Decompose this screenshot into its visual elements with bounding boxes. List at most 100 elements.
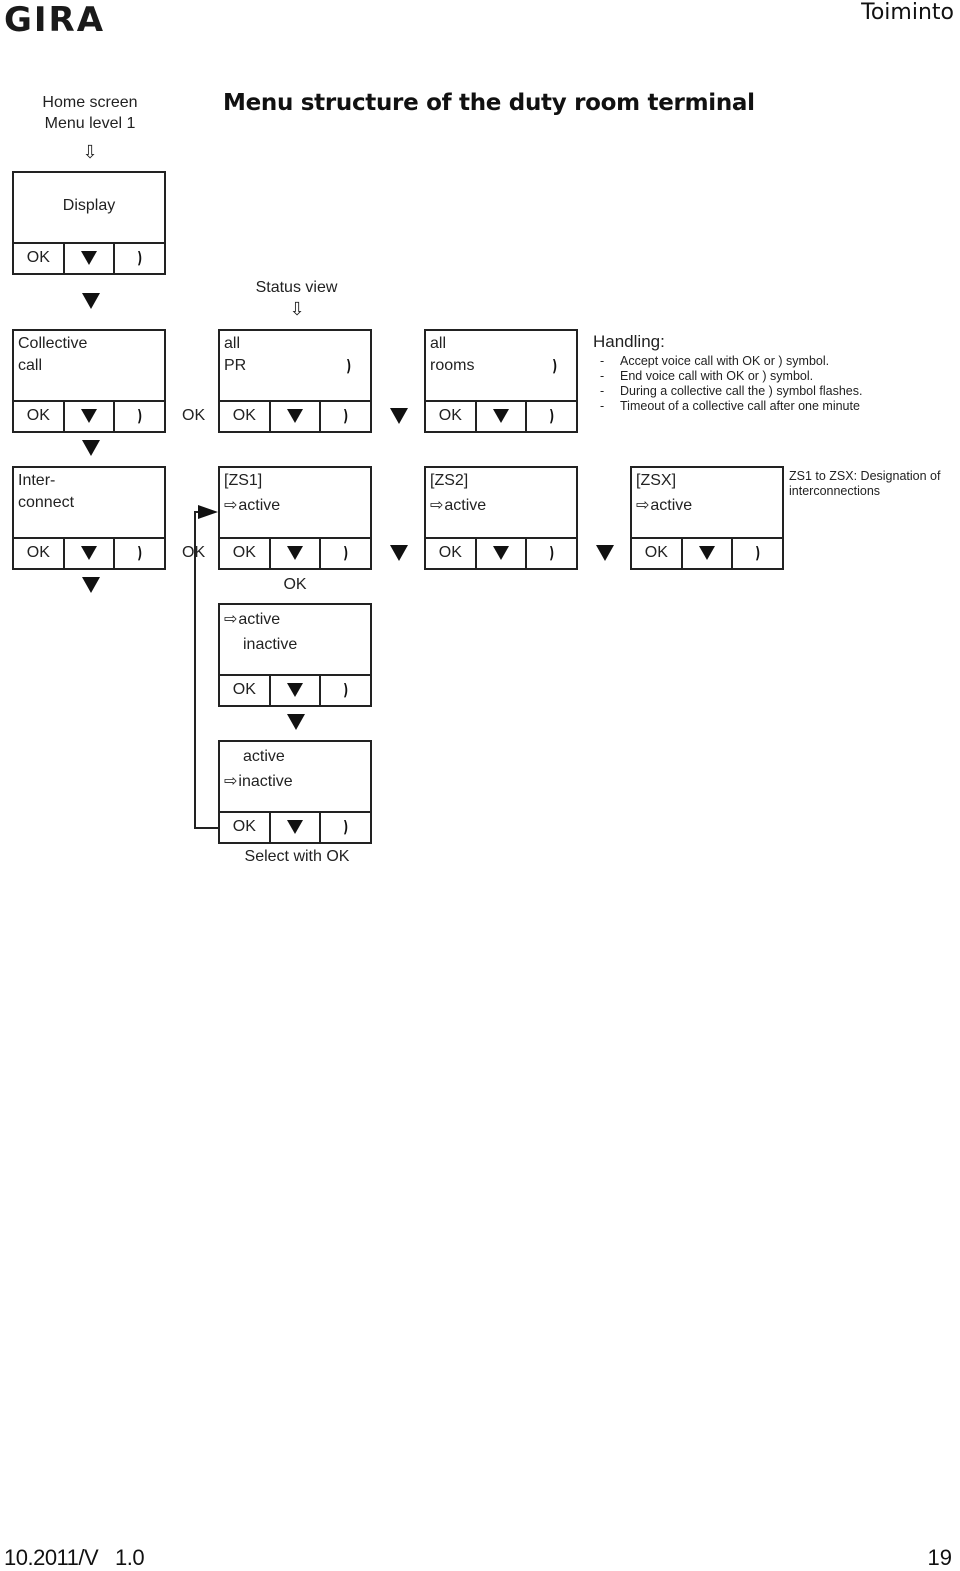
ok-button[interactable]: OK — [220, 811, 269, 842]
phone-button[interactable]: ) — [113, 537, 164, 568]
handling-item: Accept voice call with OK or ) symbol. — [598, 354, 862, 369]
down-triangle-icon — [287, 682, 303, 697]
terminal-screen: all PR ) — [220, 331, 370, 402]
down-triangle-icon — [82, 293, 100, 309]
down-button[interactable] — [268, 674, 320, 705]
down-button[interactable] — [268, 811, 320, 842]
screen-text-line1: [ZS2] — [430, 472, 469, 489]
down-button[interactable] — [62, 400, 114, 431]
down-button[interactable] — [268, 400, 320, 431]
status-view-label: Status view — [255, 279, 338, 296]
screen-text-line1: Inter- — [18, 472, 56, 489]
ok-flow-label: OK — [182, 407, 206, 424]
down-triangle-icon — [493, 408, 509, 423]
phone-handset-icon: ) — [551, 356, 557, 375]
phone-handset-icon: ) — [549, 406, 555, 425]
phone-button[interactable]: ) — [319, 537, 370, 568]
connector-arrowhead-icon — [198, 505, 218, 519]
phone-button[interactable]: ) — [113, 242, 164, 273]
terminal-zs2: [ZS2] ⇨active OK ) — [424, 466, 578, 570]
selection-arrow-icon: ⇨ — [430, 497, 444, 514]
ok-flow-label: OK — [182, 544, 206, 561]
ok-button[interactable]: OK — [14, 242, 63, 273]
down-triangle-icon — [287, 819, 303, 834]
terminal-screen: active ⇨inactive — [220, 742, 370, 813]
down-triangle-icon — [287, 714, 305, 730]
screen-text-line2: inactive — [238, 773, 293, 790]
screen-text-line1: [ZSX] — [636, 472, 677, 489]
down-hollow-arrow-icon: ⇩ — [289, 299, 305, 319]
screen-text-line2: active — [238, 497, 281, 514]
down-button[interactable] — [474, 400, 526, 431]
screen-text-line2: PR — [224, 357, 247, 374]
handling-title: Handling: — [593, 332, 665, 351]
select-with-ok-label: Select with OK — [244, 848, 350, 865]
home-screen-line1: Home screen — [42, 94, 138, 111]
down-button[interactable] — [62, 537, 114, 568]
screen-text-line2: active — [444, 497, 487, 514]
ok-button[interactable]: OK — [426, 537, 475, 568]
return-connector — [194, 505, 218, 829]
terminal-screen: [ZS1] ⇨active — [220, 468, 370, 539]
phone-button[interactable]: ) — [319, 400, 370, 431]
terminal-select-active: ⇨active inactive OK ) — [218, 603, 372, 707]
down-button[interactable] — [62, 242, 114, 273]
screen-text-line1: all — [430, 335, 447, 352]
terminal-display: Display OK ) — [12, 171, 166, 275]
terminal-all-rooms: all rooms ) OK ) — [424, 329, 578, 433]
terminal-screen: Collective call — [14, 331, 164, 402]
phone-button[interactable]: ) — [525, 537, 576, 568]
page-number: 19 — [927, 1545, 952, 1570]
down-triangle-icon — [596, 545, 614, 561]
gira-logo: GIRA — [4, 0, 106, 40]
selection-arrow-icon: ⇨ — [224, 611, 238, 628]
ok-button[interactable]: OK — [220, 674, 269, 705]
phone-handset-icon: ) — [343, 680, 349, 699]
phone-handset-icon: ) — [137, 543, 143, 562]
terminal-screen: Inter- connect — [14, 468, 164, 539]
down-triangle-icon — [81, 250, 97, 265]
phone-handset-icon: ) — [343, 543, 349, 562]
phone-handset-icon: ) — [549, 543, 555, 562]
down-triangle-icon — [287, 545, 303, 560]
ok-button[interactable]: OK — [220, 400, 269, 431]
phone-button[interactable]: ) — [731, 537, 782, 568]
terminal-screen: all rooms ) — [426, 331, 576, 402]
ok-button[interactable]: OK — [632, 537, 681, 568]
screen-text-line1: all — [224, 335, 241, 352]
down-triangle-icon — [493, 545, 509, 560]
section-title: Toiminto — [861, 0, 954, 25]
terminal-zs1: [ZS1] ⇨active OK ) — [218, 466, 372, 570]
down-button[interactable] — [268, 537, 320, 568]
version-label: 10.2011/V 1.0 — [4, 1545, 145, 1570]
interconnection-note: ZS1 to ZSX: Designation of interconnecti… — [789, 469, 941, 498]
handling-item: Timeout of a collective call after one m… — [598, 399, 862, 414]
home-screen-label: Home screen Menu level 1 — [12, 92, 168, 134]
screen-text-line1: [ZS1] — [224, 472, 263, 489]
selection-arrow-icon: ⇨ — [224, 773, 238, 790]
down-button[interactable] — [680, 537, 732, 568]
phone-button[interactable]: ) — [319, 811, 370, 842]
phone-button[interactable]: ) — [113, 400, 164, 431]
phone-button[interactable]: ) — [319, 674, 370, 705]
terminal-interconnect: Inter- connect OK ) — [12, 466, 166, 570]
ok-button[interactable]: OK — [220, 537, 269, 568]
down-triangle-icon — [82, 440, 100, 456]
ok-button[interactable]: OK — [14, 537, 63, 568]
handling-item: During a collective call the ) symbol fl… — [598, 384, 862, 399]
phone-button[interactable]: ) — [525, 400, 576, 431]
handling-list: Accept voice call with OK or ) symbol. E… — [598, 354, 862, 414]
page-title: Menu structure of the duty room terminal — [223, 90, 755, 116]
down-triangle-icon — [287, 408, 303, 423]
screen-text-line1: active — [238, 611, 281, 628]
ok-button[interactable]: OK — [14, 400, 63, 431]
ok-button[interactable]: OK — [426, 400, 475, 431]
screen-text-line1: active — [243, 748, 285, 765]
down-triangle-icon — [390, 408, 408, 424]
down-hollow-arrow-icon: ⇩ — [82, 142, 98, 162]
phone-handset-icon: ) — [343, 817, 349, 836]
terminal-collective-call: Collective call OK ) — [12, 329, 166, 433]
screen-text-line2: inactive — [243, 636, 298, 653]
ok-flow-label: OK — [283, 576, 307, 593]
down-button[interactable] — [474, 537, 526, 568]
